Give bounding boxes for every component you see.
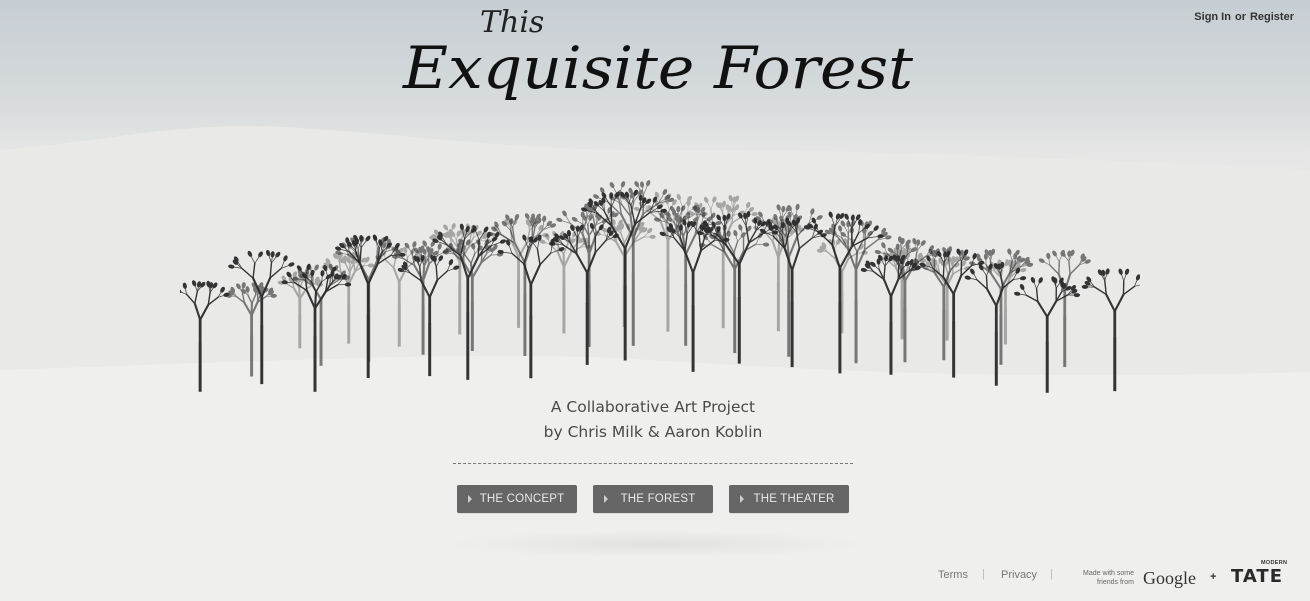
tree: [698, 224, 770, 354]
tree: [228, 249, 295, 385]
tree: [497, 234, 565, 379]
the-concept-button[interactable]: THE CONCEPT: [457, 485, 577, 513]
tagline: A Collaborative Art Project by Chris Mil…: [453, 395, 853, 445]
dashed-divider: [453, 463, 853, 464]
tree: [922, 255, 971, 341]
button-label: THE THEATER: [753, 493, 835, 505]
button-label: THE CONCEPT: [479, 493, 565, 505]
caret-right-icon: [740, 495, 744, 503]
the-forest-button[interactable]: THE FOREST: [593, 485, 713, 513]
terms-link[interactable]: Terms: [938, 569, 968, 581]
main-nav: THE CONCEPT THE FOREST THE THEATER: [457, 485, 849, 513]
plus-sign: +: [1210, 571, 1217, 583]
tree: [860, 254, 921, 375]
made-with-line2: friends from: [1097, 579, 1134, 586]
made-with-line1: Made with some: [1083, 570, 1134, 577]
the-theater-button[interactable]: THE THEATER: [729, 485, 849, 513]
auth-or: or: [1234, 11, 1246, 23]
nav-shadow: [430, 528, 880, 568]
site-logo: This Exquisite Forest: [402, 5, 914, 102]
tagline-line1: A Collaborative Art Project: [550, 398, 756, 416]
google-logo[interactable]: Google: [1143, 568, 1196, 589]
footer-separator: |: [982, 568, 985, 580]
tree: [816, 238, 868, 334]
logo-title: Exquisite Forest: [402, 34, 914, 102]
footer: Terms | Privacy | Made with some friends…: [938, 560, 1298, 596]
button-label: THE FOREST: [620, 493, 696, 505]
caret-right-icon: [468, 495, 472, 503]
tree: [180, 280, 230, 392]
register-link[interactable]: Register: [1250, 11, 1294, 23]
tate-logo[interactable]: TATE: [1231, 566, 1283, 587]
caret-right-icon: [604, 495, 608, 503]
tree: [1081, 268, 1140, 392]
tree: [1014, 276, 1081, 393]
tree: [759, 217, 827, 368]
auth-links: Sign In or Register: [1194, 11, 1294, 23]
made-with-text: Made with some friends from: [1068, 569, 1134, 587]
tree: [442, 238, 504, 351]
tree: [397, 254, 460, 377]
privacy-link[interactable]: Privacy: [1001, 569, 1037, 581]
tagline-line2: by Chris Milk & Aaron Koblin: [543, 423, 763, 441]
sign-in-link[interactable]: Sign In: [1194, 11, 1231, 23]
tree: [225, 282, 277, 377]
landing-page: This Exquisite Forest Sign In or Registe…: [0, 0, 1310, 601]
footer-separator: |: [1050, 568, 1053, 580]
forest-illustration: [180, 180, 1140, 393]
